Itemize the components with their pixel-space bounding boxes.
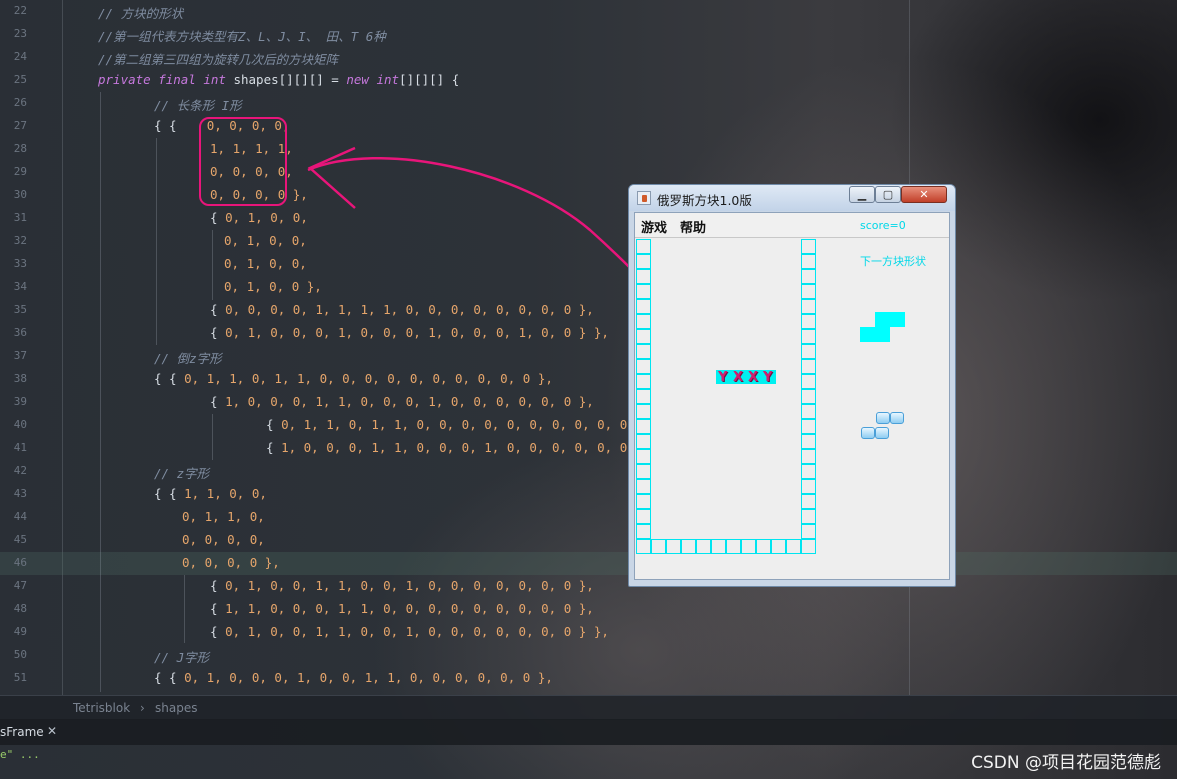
falling-piece: Y X X Y <box>716 370 776 385</box>
falling-piece-glyph: Y <box>718 370 728 385</box>
board-wall-cell <box>801 434 816 449</box>
minimize-icon: ▁ <box>857 188 867 201</box>
board-wall-cell <box>636 419 651 434</box>
board-wall-cell <box>726 539 741 554</box>
next-piece-cell <box>890 312 905 327</box>
next-piece-cell <box>875 327 890 342</box>
board-wall-cell <box>801 509 816 524</box>
falling-piece-glyph: X <box>748 370 759 385</box>
next-piece-cell <box>875 312 890 327</box>
board-wall-cell <box>681 539 696 554</box>
tab-sframe[interactable]: sFrame <box>0 725 44 739</box>
falling-piece-glyph: Y <box>763 370 773 385</box>
next-shape-label: 下一方块形状 <box>860 255 926 268</box>
close-icon: ✕ <box>919 188 929 201</box>
board-wall-cell <box>801 359 816 374</box>
board-wall-cell <box>636 449 651 464</box>
board-wall-cell <box>801 329 816 344</box>
score-label: score=0 <box>860 219 906 232</box>
board-wall-cell <box>696 539 711 554</box>
board-wall-cell <box>636 329 651 344</box>
block-icon <box>890 412 904 424</box>
breadcrumb-file[interactable]: Tetrisblok <box>73 701 130 715</box>
board-wall-cell <box>636 539 651 554</box>
board-wall-cell <box>666 539 681 554</box>
board-wall-cell <box>801 464 816 479</box>
board-wall-cell <box>801 239 816 254</box>
board-wall-cell <box>801 419 816 434</box>
board-wall-cell <box>801 449 816 464</box>
board-wall-cell <box>636 464 651 479</box>
board-wall-cell <box>636 284 651 299</box>
board-wall-cell <box>636 524 651 539</box>
board-wall-cell <box>801 479 816 494</box>
board-wall-cell <box>801 284 816 299</box>
board-wall-cell <box>801 344 816 359</box>
board-wall-cell <box>636 344 651 359</box>
window-titlebar[interactable]: 俄罗斯方块1.0版 ▁ ▢ ✕ <box>629 185 955 211</box>
board-wall-cell <box>636 299 651 314</box>
breadcrumb-symbol[interactable]: shapes <box>155 701 197 715</box>
board-wall-cell <box>801 539 816 554</box>
board-wall-cell <box>801 374 816 389</box>
board-wall-cell <box>801 314 816 329</box>
watermark: CSDN @项目花园范德彪 <box>971 753 1161 773</box>
board-wall-cell <box>711 539 726 554</box>
menu-help[interactable]: 帮助 <box>680 217 706 236</box>
board-wall-cell <box>636 389 651 404</box>
game-content: 游戏 帮助 Y X X Y score=0 下一方块形状 <box>634 212 950 580</box>
falling-piece-glyph: X <box>733 370 744 385</box>
board-wall-cell <box>801 299 816 314</box>
console-output: e" ... <box>0 748 40 761</box>
annotation-arrow <box>307 146 693 336</box>
board-wall-cell <box>771 539 786 554</box>
board-wall-cell <box>636 479 651 494</box>
board-wall-cell <box>801 389 816 404</box>
maximize-button[interactable]: ▢ <box>875 186 901 203</box>
next-piece-cell <box>860 327 875 342</box>
minimize-button[interactable]: ▁ <box>849 186 875 203</box>
board-wall-cell <box>636 404 651 419</box>
board-wall-cell <box>636 494 651 509</box>
board-wall-cell <box>801 494 816 509</box>
window-title: 俄罗斯方块1.0版 <box>657 193 752 208</box>
board-wall-cell <box>636 254 651 269</box>
board-wall-cell <box>636 239 651 254</box>
tetris-window[interactable]: 俄罗斯方块1.0版 ▁ ▢ ✕ 游戏 帮助 Y X X Y score=0 下一… <box>628 184 956 587</box>
board-wall-cell <box>801 524 816 539</box>
java-app-icon <box>637 191 651 205</box>
menu-game[interactable]: 游戏 <box>641 217 667 236</box>
close-button[interactable]: ✕ <box>901 186 947 203</box>
board-wall-cell <box>651 539 666 554</box>
close-tab-icon[interactable]: ✕ <box>47 724 57 738</box>
board-wall-cell <box>801 404 816 419</box>
bottom-tab-bar: sFrame ✕ <box>0 719 1177 745</box>
board-wall-cell <box>636 434 651 449</box>
board-wall-cell <box>636 374 651 389</box>
block-icon <box>861 427 875 439</box>
board-wall-cell <box>786 539 801 554</box>
board-wall-cell <box>636 359 651 374</box>
board-wall-cell <box>636 509 651 524</box>
breadcrumb-separator: › <box>140 701 145 715</box>
board-wall-cell <box>756 539 771 554</box>
board-wall-cell <box>636 314 651 329</box>
board-wall-cell <box>801 254 816 269</box>
block-icon <box>875 427 889 439</box>
board-wall-cell <box>636 269 651 284</box>
breadcrumb: Tetrisblok › shapes <box>0 695 1177 720</box>
board-wall-cell <box>741 539 756 554</box>
maximize-icon: ▢ <box>882 188 894 201</box>
block-icon <box>876 412 890 424</box>
board-wall-cell <box>801 269 816 284</box>
